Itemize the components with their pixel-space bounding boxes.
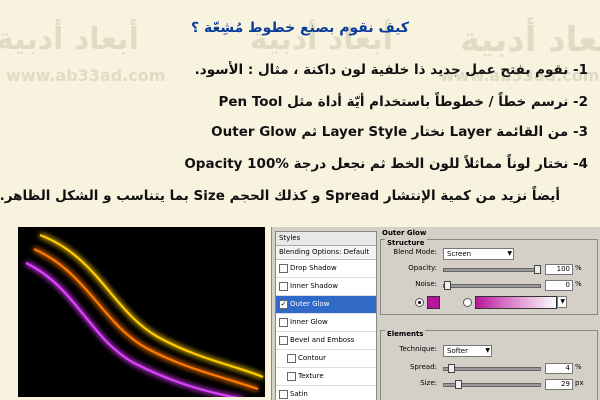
chevron-down-icon: ▼ (485, 347, 490, 354)
blend-mode-value: Screen (447, 250, 472, 258)
tutorial-step-2: 2- نرسم خطاً / خطوطاً باستخدام أيّة أداة… (218, 94, 588, 110)
style-item-label: Inner Shadow (290, 282, 338, 290)
style-checkbox[interactable]: ✓ (279, 300, 288, 309)
elements-title: Elements (385, 330, 426, 338)
style-item-contour[interactable]: Contour (276, 350, 376, 368)
blend-mode-label: Blend Mode: (393, 248, 437, 256)
spread-label: Spread: (409, 363, 437, 371)
outer-glow-title: Outer Glow (382, 229, 427, 237)
noise-unit: % (575, 280, 582, 288)
blending-options-item[interactable]: Blending Options: Default (276, 246, 376, 260)
gradient-dropdown[interactable]: ▼ (557, 296, 567, 308)
noise-label: Noise: (415, 280, 437, 288)
blend-mode-select[interactable]: Screen ▼ (443, 248, 514, 260)
style-item-label: Contour (298, 354, 326, 362)
technique-select[interactable]: Softer ▼ (443, 345, 492, 357)
structure-group: Structure Blend Mode: Screen ▼ Opacity: … (380, 239, 598, 315)
opacity-label: Opacity: (408, 264, 437, 272)
style-checkbox[interactable] (287, 354, 296, 363)
technique-label: Technique: (399, 345, 437, 353)
gradient-picker[interactable] (475, 296, 557, 309)
styles-list: Styles Blending Options: Default Drop Sh… (275, 231, 377, 400)
style-checkbox[interactable] (279, 390, 288, 399)
style-item-label: Inner Glow (290, 318, 328, 326)
spread-slider-thumb[interactable] (447, 364, 455, 373)
glow-color-swatch[interactable] (427, 296, 440, 309)
structure-title: Structure (385, 239, 427, 247)
size-slider-thumb[interactable] (454, 380, 462, 389)
spread-unit: % (575, 363, 582, 371)
style-item-inner-shadow[interactable]: Inner Shadow (276, 278, 376, 296)
technique-value: Softer (447, 347, 468, 355)
style-item-label: Satin (290, 390, 308, 398)
watermark-url: www.ab33ad.com (6, 66, 166, 85)
style-item-label: Outer Glow (290, 300, 330, 308)
styles-header[interactable]: Styles (276, 232, 376, 246)
tutorial-step-1: 1- نقوم بفتح عمل جديد ذا خلفية لون داكنة… (194, 62, 588, 78)
spread-input[interactable]: 4 (545, 363, 573, 374)
size-unit: px (575, 379, 584, 387)
solid-color-radio[interactable] (415, 298, 424, 307)
noise-slider[interactable] (443, 281, 541, 290)
spread-slider[interactable] (443, 364, 541, 373)
style-checkbox[interactable] (279, 282, 288, 291)
size-slider[interactable] (443, 380, 541, 389)
style-checkbox[interactable] (279, 336, 288, 345)
layer-style-dialog: Styles Blending Options: Default Drop Sh… (271, 227, 600, 400)
glow-line-magenta (25, 262, 239, 397)
glow-lines-image (25, 233, 264, 397)
opacity-slider[interactable] (443, 265, 541, 274)
style-item-satin[interactable]: Satin (276, 386, 376, 400)
opacity-input[interactable]: 100 (545, 264, 573, 275)
style-item-label: Texture (298, 372, 324, 380)
outer-glow-panel: Outer Glow Structure Blend Mode: Screen … (378, 227, 600, 400)
style-item-inner-glow[interactable]: Inner Glow (276, 314, 376, 332)
elements-group: Elements Technique: Softer ▼ Spread: 4 %… (380, 330, 598, 400)
opacity-slider-thumb[interactable] (534, 265, 541, 274)
size-input[interactable]: 29 (545, 379, 573, 390)
noise-slider-thumb[interactable] (444, 281, 451, 290)
noise-input[interactable]: 0 (545, 280, 573, 291)
tutorial-step-3: 3- من القائمة Layer نختار Layer Style ثم… (211, 124, 588, 140)
size-label: Size: (420, 379, 437, 387)
tutorial-note: أيضاً نزيد من كمية الإنتشار Spread و كذل… (0, 188, 560, 204)
glow-line-yellow (39, 233, 264, 379)
style-item-bevel-and-emboss[interactable]: Bevel and Emboss (276, 332, 376, 350)
tutorial-title: كيف نقوم بصنع خطوط مُشِعّة ؟ (190, 20, 410, 36)
opacity-unit: % (575, 264, 582, 272)
chevron-down-icon: ▼ (507, 250, 512, 257)
style-item-label: Drop Shadow (290, 264, 337, 272)
glow-lines-preview (18, 227, 265, 397)
style-item-drop-shadow[interactable]: Drop Shadow (276, 260, 376, 278)
style-item-outer-glow[interactable]: ✓ Outer Glow (276, 296, 376, 314)
style-item-label: Bevel and Emboss (290, 336, 355, 344)
gradient-radio[interactable] (463, 298, 472, 307)
style-checkbox[interactable] (287, 372, 296, 381)
tutorial-step-4: 4- نختار لوناً مماثلاً للون الخط ثم نجعل… (184, 156, 588, 172)
style-checkbox[interactable] (279, 318, 288, 327)
chevron-down-icon: ▼ (560, 298, 565, 305)
style-checkbox[interactable] (279, 264, 288, 273)
style-item-texture[interactable]: Texture (276, 368, 376, 386)
